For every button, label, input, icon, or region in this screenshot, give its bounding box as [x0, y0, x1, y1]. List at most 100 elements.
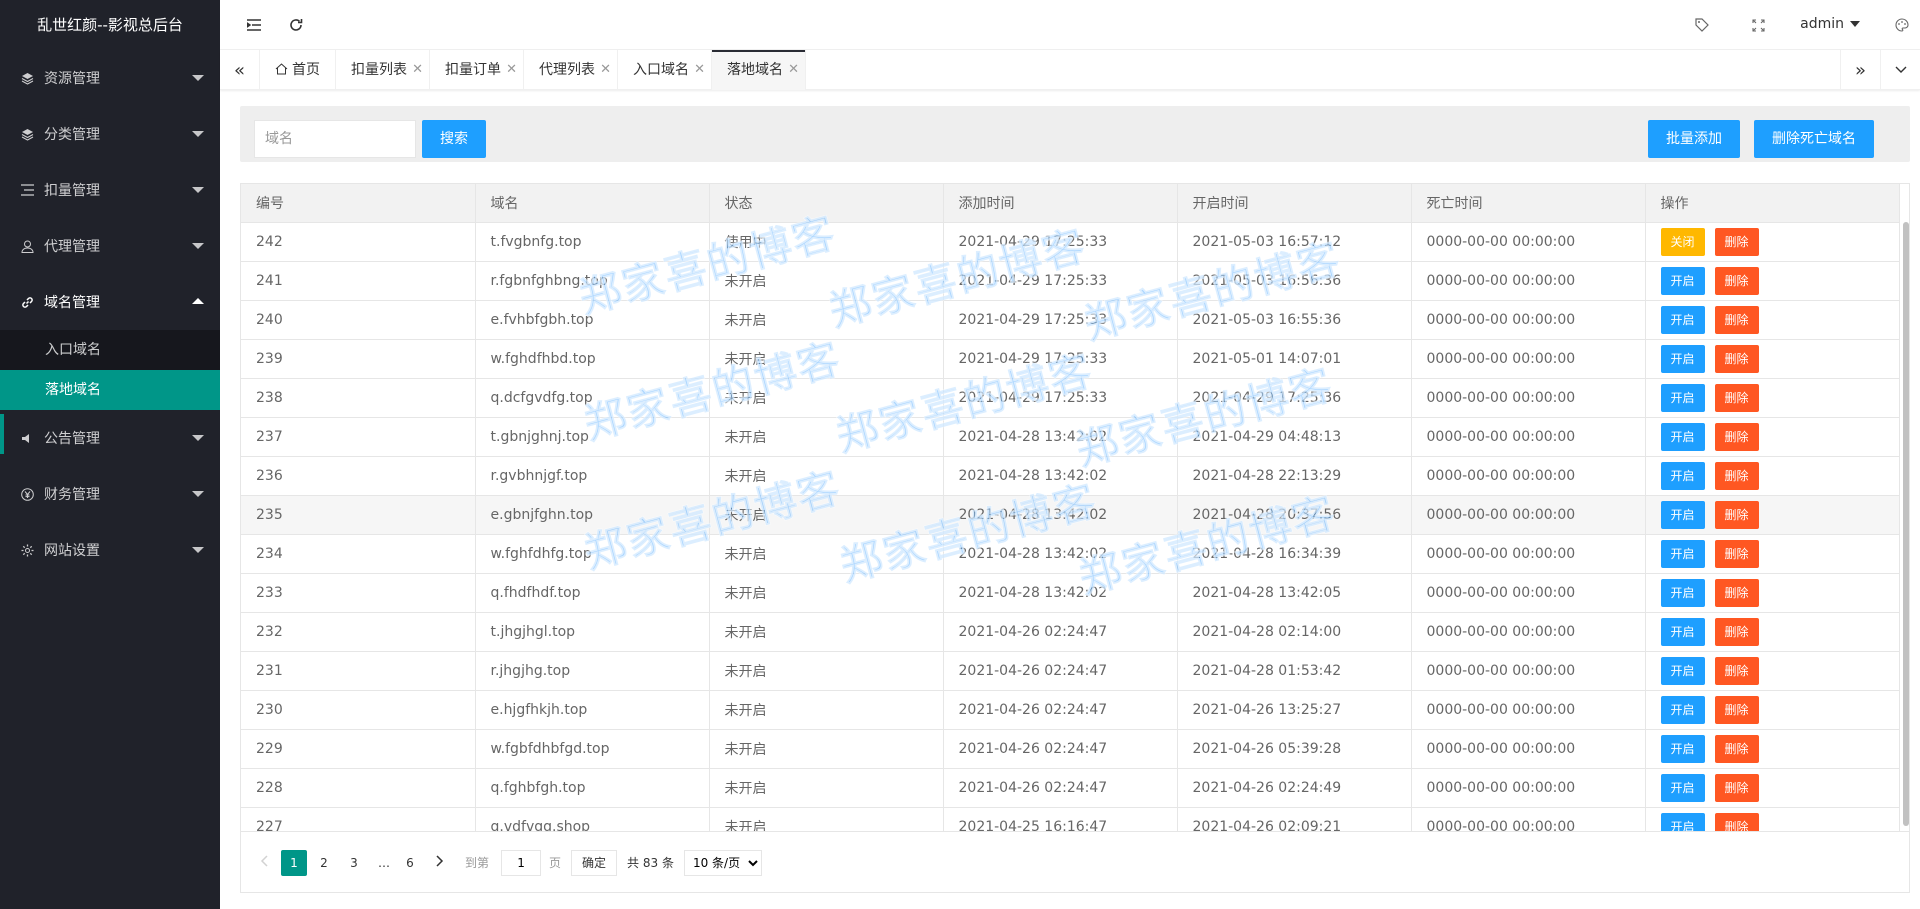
column-header[interactable]: 添加时间 [943, 184, 1178, 223]
delete-dead-domains-button[interactable]: 删除死亡域名 [1754, 120, 1874, 158]
table-cell: 2021-04-28 13:42:02 [943, 417, 1178, 457]
tabs-scroll-right-icon[interactable]: » [1840, 50, 1880, 90]
enable-button[interactable]: 开启 [1660, 422, 1705, 451]
delete-button[interactable]: 删除 [1714, 266, 1759, 295]
sidebar-item-3[interactable]: 代理管理 [0, 218, 220, 274]
tab-1[interactable]: 扣量列表 ✕ [336, 50, 430, 90]
table-cell: 242 [241, 222, 476, 262]
tabs-menu-chevron-icon[interactable] [1880, 50, 1920, 90]
enable-button[interactable]: 开启 [1660, 266, 1705, 295]
delete-button[interactable]: 删除 [1714, 812, 1759, 831]
link-icon [20, 295, 34, 309]
refresh-icon[interactable] [286, 15, 306, 35]
delete-button[interactable]: 删除 [1714, 305, 1759, 334]
delete-button[interactable]: 删除 [1714, 695, 1759, 724]
actions-cell: 开启 删除 [1645, 612, 1900, 652]
main-content: 搜索 批量添加 删除死亡域名 编号域名状态添加时间开启时间死亡时间操作 242t… [220, 90, 1920, 909]
table-cell: 0000-00-00 00:00:00 [1411, 495, 1646, 535]
delete-button[interactable]: 删除 [1714, 656, 1759, 685]
disable-button[interactable]: 关闭 [1660, 227, 1705, 256]
delete-button[interactable]: 删除 [1714, 461, 1759, 490]
enable-button[interactable]: 开启 [1660, 578, 1705, 607]
column-header[interactable]: 状态 [709, 184, 944, 223]
sidebar-item-4[interactable]: 域名管理 [0, 274, 220, 330]
tab-3[interactable]: 代理列表 ✕ [524, 50, 618, 90]
enable-button[interactable]: 开启 [1660, 344, 1705, 373]
close-icon[interactable]: ✕ [788, 50, 799, 90]
enable-button[interactable]: 开启 [1660, 305, 1705, 334]
enable-button[interactable]: 开启 [1660, 617, 1705, 646]
enable-button[interactable]: 开启 [1660, 773, 1705, 802]
enable-button[interactable]: 开启 [1660, 500, 1705, 529]
table-cell: 2021-04-26 02:24:47 [943, 690, 1178, 730]
submenu-item-0[interactable]: 入口域名 [0, 330, 220, 370]
delete-button[interactable]: 删除 [1714, 578, 1759, 607]
prev-page-icon[interactable] [251, 850, 277, 876]
tab-5[interactable]: 落地域名 ✕ [712, 50, 806, 90]
enable-button[interactable]: 开启 [1660, 539, 1705, 568]
tag-icon[interactable] [1692, 15, 1712, 35]
table-row: 236 r.gvbhnjgf.top 未开启 2021-04-28 13:42:02 2… [241, 456, 1900, 496]
delete-button[interactable]: 删除 [1714, 773, 1759, 802]
sidebar-item-7[interactable]: 网站设置 [0, 522, 220, 578]
close-icon[interactable]: ✕ [506, 50, 517, 90]
tab-2[interactable]: 扣量订单 ✕ [430, 50, 524, 90]
fullscreen-icon[interactable] [1748, 15, 1768, 35]
sidebar-item-1[interactable]: 分类管理 [0, 106, 220, 162]
user-menu[interactable]: admin [1800, 16, 1860, 32]
table-row: 229 w.fgbfdhbfgd.top 未开启 2021-04-26 02:24:4… [241, 729, 1900, 769]
active-indicator [0, 414, 4, 454]
sidebar-item-2[interactable]: 扣量管理 [0, 162, 220, 218]
column-header[interactable]: 操作 [1645, 184, 1900, 223]
table-cell: 2021-04-28 13:42:05 [1177, 573, 1412, 613]
delete-button[interactable]: 删除 [1714, 344, 1759, 373]
tabs-scroll-left-icon[interactable]: « [220, 50, 260, 90]
enable-button[interactable]: 开启 [1660, 734, 1705, 763]
enable-button[interactable]: 开启 [1660, 461, 1705, 490]
goto-page-input[interactable] [501, 849, 542, 876]
delete-button[interactable]: 删除 [1714, 227, 1759, 256]
page-6[interactable]: 6 [397, 850, 423, 876]
batch-add-button[interactable]: 批量添加 [1648, 120, 1740, 158]
page-2[interactable]: 2 [311, 850, 337, 876]
enable-button[interactable]: 开启 [1660, 695, 1705, 724]
enable-button[interactable]: 开启 [1660, 656, 1705, 685]
goto-confirm-button[interactable]: 确定 [571, 849, 618, 876]
close-icon[interactable]: ✕ [412, 50, 423, 90]
column-header[interactable]: 编号 [241, 184, 476, 223]
sidebar-item-5[interactable]: 公告管理 [0, 410, 220, 466]
vertical-scrollbar[interactable] [1903, 222, 1909, 826]
tab-0[interactable]: 首页 [260, 50, 336, 90]
close-icon[interactable]: ✕ [694, 50, 705, 90]
table-cell: 未开启 [709, 456, 944, 496]
page-3[interactable]: 3 [341, 850, 367, 876]
delete-button[interactable]: 删除 [1714, 422, 1759, 451]
actions-cell: 开启 删除 [1645, 261, 1900, 301]
theme-icon[interactable] [1892, 15, 1912, 35]
page-1[interactable]: 1 [281, 849, 307, 876]
page-size-select[interactable]: 10 条/页 [683, 849, 762, 876]
column-header[interactable]: 域名 [475, 184, 710, 223]
menu-toggle-icon[interactable] [244, 15, 264, 35]
tab-4[interactable]: 入口域名 ✕ [618, 50, 712, 90]
search-button[interactable]: 搜索 [422, 120, 486, 158]
delete-button[interactable]: 删除 [1714, 500, 1759, 529]
enable-button[interactable]: 开启 [1660, 383, 1705, 412]
table-scroll-area[interactable]: 编号 域名 状态 添加时间 开启时间 死亡时间 操作 242 t.fvgbnfg.top 使用中… [241, 184, 1909, 831]
close-icon[interactable]: ✕ [600, 50, 611, 90]
column-header[interactable]: 开启时间 [1177, 184, 1412, 223]
sidebar-item-0[interactable]: 资源管理 [0, 50, 220, 106]
table-row: 235 e.gbnjfghn.top 未开启 2021-04-28 13:42:02 2… [241, 495, 1900, 535]
enable-button[interactable]: 开启 [1660, 812, 1705, 831]
column-header[interactable]: 死亡时间 [1411, 184, 1646, 223]
next-page-icon[interactable] [427, 850, 453, 876]
delete-button[interactable]: 删除 [1714, 539, 1759, 568]
delete-button[interactable]: 删除 [1714, 383, 1759, 412]
sidebar-item-6[interactable]: 财务管理 [0, 466, 220, 522]
actions-cell: 关闭 删除 [1645, 222, 1900, 262]
submenu-item-1[interactable]: 落地域名 [0, 370, 220, 410]
delete-button[interactable]: 删除 [1714, 617, 1759, 646]
gear-icon [20, 543, 34, 557]
domain-search-input[interactable] [254, 120, 416, 158]
delete-button[interactable]: 删除 [1714, 734, 1759, 763]
